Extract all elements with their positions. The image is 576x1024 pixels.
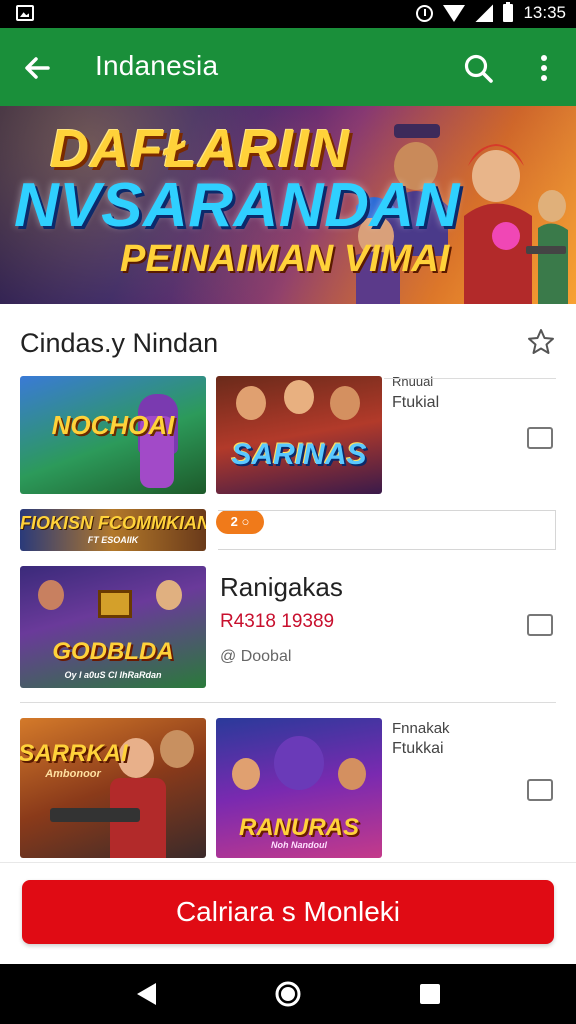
thumbnail-title: RANURAS: [239, 814, 359, 841]
nav-recents-icon[interactable]: [419, 983, 441, 1005]
strip-subtitle: FT ESOAIIK: [87, 535, 139, 545]
thumbnail-title: SARRKAI: [20, 740, 128, 767]
game-thumbnail[interactable]: RANURAS Noh Nandoul: [216, 718, 382, 858]
search-button[interactable]: [458, 48, 500, 90]
game-thumbnail[interactable]: SARRKAI Ambonoor: [20, 718, 206, 858]
divider: [20, 702, 556, 703]
nav-home-icon[interactable]: [274, 980, 302, 1008]
thumbnail-subtitle: Noh Nandoul: [271, 840, 327, 850]
thumbnail-title: GODBLDA: [52, 638, 174, 665]
battery-icon: [503, 2, 514, 22]
strip-field: [218, 510, 556, 550]
item-title: Ranigakas: [220, 572, 343, 602]
banner-title: NVSARANDAN: [14, 171, 460, 240]
section-title: Cindas.y Nindan: [20, 328, 219, 358]
item-meta: @ Doobal: [220, 648, 292, 665]
item-subtitle: Ftukial: [392, 394, 440, 411]
thumbnail-subtitle: Ambonoor: [45, 768, 101, 780]
status-bar: 13:35: [0, 0, 576, 28]
back-button[interactable]: [18, 48, 58, 88]
promo-banner[interactable]: DAFŁARIIN NVSARANDAN PEINAIMAN VIMAI: [0, 106, 576, 304]
item-label: Rnuual: [392, 374, 434, 389]
thumbnail-title: SARINAS: [231, 438, 367, 471]
item-subtitle: Ftukkai: [392, 740, 444, 757]
status-icons: 13:35: [416, 2, 566, 23]
item-label: Fnnakak: [392, 720, 450, 737]
wifi-icon: [443, 4, 466, 22]
select-checkbox[interactable]: [527, 779, 553, 801]
system-nav-bar: [0, 964, 576, 1024]
game-thumbnail[interactable]: SARINAS: [216, 376, 382, 494]
status-time: 13:35: [523, 3, 566, 22]
divider: [384, 378, 556, 379]
search-icon: [464, 54, 493, 83]
more-options-button[interactable]: [528, 48, 560, 90]
game-thumbnail[interactable]: GODBLDA Oy I a0uS Cl IhRaRdan: [20, 566, 206, 688]
select-checkbox[interactable]: [527, 614, 553, 636]
signal-icon: [475, 4, 494, 22]
star-outline-icon[interactable]: [526, 327, 556, 357]
alarm-icon: [416, 4, 434, 22]
app-bar: Indanesia: [0, 28, 576, 106]
back-arrow-icon: [25, 57, 50, 79]
item-price: R4318 19389: [220, 611, 335, 632]
thumbnail-subtitle: Oy I a0uS Cl IhRaRdan: [64, 670, 162, 680]
thumbnail-title: NOCHOAI: [51, 410, 175, 440]
app-title: Indanesia: [95, 50, 219, 81]
strip-title: FIOKISN FCOMMKIAN: [20, 513, 206, 533]
game-banner-strip[interactable]: FIOKISN FCOMMKIAN FT ESOAIIK: [20, 509, 206, 551]
section-header: Cindas.y Nindan: [0, 304, 576, 374]
nav-back-icon[interactable]: [134, 981, 158, 1007]
banner-subtitle: PEINAIMAN VIMAI: [120, 238, 450, 280]
primary-action-button[interactable]: Calriara s Monleki: [22, 880, 554, 944]
game-thumbnail[interactable]: NOCHOAI: [20, 376, 206, 494]
select-checkbox[interactable]: [527, 427, 553, 449]
image-icon: [16, 5, 34, 21]
more-vert-icon: [541, 55, 547, 81]
